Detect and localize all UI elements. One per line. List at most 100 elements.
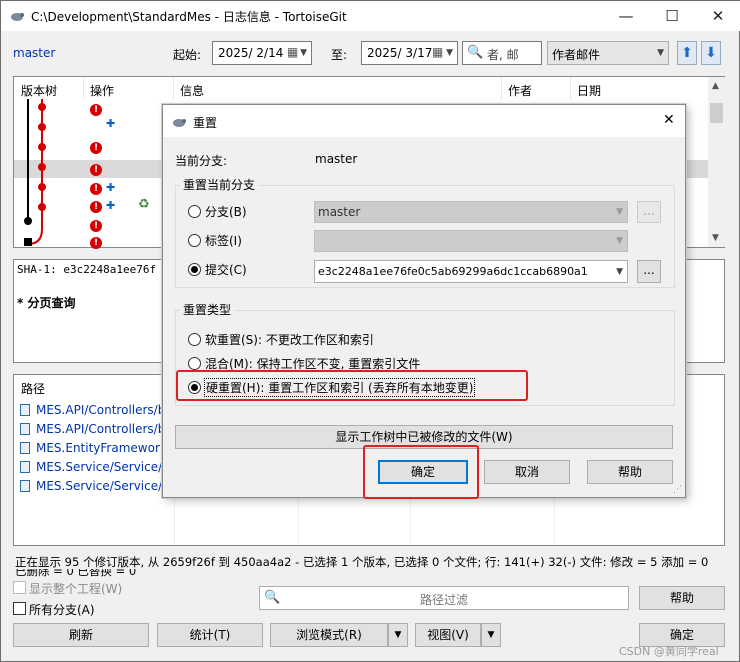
arrow-down-icon: ⬇ xyxy=(705,45,717,61)
show-whole-project-checkbox[interactable] xyxy=(13,581,26,594)
to-date-picker[interactable]: 2025/ 3/17 ▦ ▼ xyxy=(361,41,458,65)
file-path: MES.EntityFrameworkC xyxy=(36,441,176,455)
scrollbar-thumb[interactable] xyxy=(710,103,723,123)
column-header-path[interactable]: 路径 xyxy=(21,380,45,397)
chevron-down-icon: ▼ xyxy=(394,630,402,640)
modified-icon: ! xyxy=(90,183,102,195)
file-icon xyxy=(20,442,30,454)
chevron-down-icon: ▼ xyxy=(487,630,495,640)
calendar-icon: ▦ xyxy=(432,45,444,59)
file-icon xyxy=(20,461,30,473)
commit-select-value: e3c2248a1ee76fe0c5ab69299a6dc1ccab6890a1 xyxy=(318,265,588,278)
move-up-button[interactable]: ⬆ xyxy=(677,41,697,65)
mixed-reset-radio[interactable] xyxy=(188,357,201,370)
close-button[interactable]: ✕ xyxy=(695,1,740,31)
scroll-up-icon[interactable]: ▲ xyxy=(712,81,719,91)
tortoise-icon: ♻ xyxy=(138,197,150,212)
commit-radio-label: 提交(C) xyxy=(205,263,247,277)
chevron-down-icon: ▼ xyxy=(616,266,623,277)
arrow-up-icon: ⬆ xyxy=(681,45,693,61)
commit-select[interactable]: e3c2248a1ee76fe0c5ab69299a6dc1ccab6890a1… xyxy=(314,260,628,283)
file-path: MES.Service/Service/ba xyxy=(36,479,178,493)
dialog-title: 重置 xyxy=(193,116,218,130)
highlight-box xyxy=(363,445,479,499)
modified-icon: ! xyxy=(90,220,102,232)
minimize-button[interactable]: — xyxy=(603,1,649,31)
search-input[interactable]: 🔍 者, 邮 xyxy=(462,41,542,65)
current-branch-value: master xyxy=(315,152,358,166)
to-label: 至: xyxy=(331,48,348,62)
dialog-cancel-button[interactable]: 取消 xyxy=(484,460,570,484)
view-dropdown[interactable]: ▼ xyxy=(481,623,501,647)
chevron-down-icon: ▼ xyxy=(616,236,623,246)
search-placeholder: 者, 邮 xyxy=(487,48,519,62)
soft-reset-radio[interactable] xyxy=(188,333,201,346)
column-header-message[interactable]: 信息 xyxy=(180,82,204,99)
added-icon: ✚ xyxy=(106,199,116,212)
title-bar: C:\Development\StandardMes - 日志信息 - Tort… xyxy=(1,1,740,31)
modified-icon: ! xyxy=(90,201,102,213)
vertical-scrollbar[interactable]: ▲ ▼ xyxy=(708,77,725,247)
column-header-author[interactable]: 作者 xyxy=(508,82,532,99)
tag-select: ▼ xyxy=(314,230,628,252)
chevron-down-icon: ▼ xyxy=(446,48,453,58)
highlight-box xyxy=(176,370,528,401)
branch-radio[interactable] xyxy=(188,205,201,218)
status-line-1: 正在显示 95 个修订版本, 从 2659f26f 到 450aa4a2 - 已… xyxy=(15,555,709,569)
filter-field-value: 作者邮件 xyxy=(552,48,601,62)
file-path: MES.API/Controllers/ba xyxy=(36,422,173,436)
from-label: 起始: xyxy=(173,48,202,62)
modified-icon: ! xyxy=(90,164,102,176)
branch-browse-button: ... xyxy=(637,201,661,223)
all-branches-checkbox[interactable] xyxy=(13,602,26,615)
show-whole-project-label: 显示整个工程(W) xyxy=(29,582,123,596)
commit-browse-button[interactable]: ... xyxy=(637,260,661,283)
browse-mode-dropdown[interactable]: ▼ xyxy=(388,623,408,647)
refresh-button[interactable]: 刷新 xyxy=(13,623,149,647)
main-window: C:\Development\StandardMes - 日志信息 - Tort… xyxy=(0,0,740,662)
filter-field-select[interactable]: 作者邮件 ▼ xyxy=(547,41,669,65)
file-icon xyxy=(20,423,30,435)
move-down-button[interactable]: ⬇ xyxy=(701,41,721,65)
column-header-graph[interactable]: 版本树 xyxy=(21,82,57,99)
modified-icon: ! xyxy=(90,237,102,249)
scroll-down-icon[interactable]: ▼ xyxy=(712,233,719,243)
chevron-down-icon: ▼ xyxy=(300,48,307,58)
tag-radio-label: 标签(I) xyxy=(205,234,242,248)
help-button[interactable]: 帮助 xyxy=(639,586,725,610)
commit-subject: * 分页查询 xyxy=(17,296,76,310)
current-branch-link[interactable]: master xyxy=(13,46,55,60)
maximize-button[interactable]: ☐ xyxy=(649,1,695,31)
search-icon: 🔍 xyxy=(264,590,281,605)
all-branches-label: 所有分支(A) xyxy=(29,603,95,617)
added-icon: ✚ xyxy=(106,117,116,130)
branch-select: master ▼ xyxy=(314,201,628,223)
status-line-2-clip: 已删除 = 0 已替换 = 0 xyxy=(15,569,715,577)
dialog-help-button[interactable]: 帮助 xyxy=(587,460,673,484)
statistics-button[interactable]: 统计(T) xyxy=(157,623,263,647)
tag-radio[interactable] xyxy=(188,234,201,247)
tortoisegit-logo-icon xyxy=(173,119,186,127)
search-icon: 🔍 xyxy=(467,45,484,60)
resize-grip-icon[interactable]: ⋰ xyxy=(673,485,682,495)
commit-radio[interactable] xyxy=(188,263,201,276)
dialog-title-bar: 重置 ✕ xyxy=(163,105,685,137)
chevron-down-icon: ▼ xyxy=(616,207,623,217)
column-header-actions[interactable]: 操作 xyxy=(90,82,114,99)
watermark: CSDN @黄同学real xyxy=(619,645,719,658)
calendar-icon: ▦ xyxy=(287,45,299,59)
to-date-value: 2025/ 3/17 xyxy=(367,46,433,60)
browse-mode-button[interactable]: 浏览模式(R) xyxy=(270,623,388,647)
column-header-date[interactable]: 日期 xyxy=(577,82,601,99)
modified-icon: ! xyxy=(90,104,102,116)
view-button[interactable]: 视图(V) xyxy=(415,623,481,647)
dialog-close-button[interactable]: ✕ xyxy=(663,112,675,128)
status-line-2: 已删除 = 0 已替换 = 0 xyxy=(15,569,137,577)
reset-dialog: 重置 ✕ 当前分支: master 重置当前分支 分支(B) master ▼ … xyxy=(162,104,686,499)
file-icon xyxy=(20,404,30,416)
revision-graph xyxy=(24,99,46,246)
from-date-value: 2025/ 2/14 xyxy=(218,46,284,60)
path-filter-input[interactable]: 🔍 路径过滤 xyxy=(259,586,629,610)
from-date-picker[interactable]: 2025/ 2/14 ▦ ▼ xyxy=(212,41,312,65)
tortoisegit-logo-icon xyxy=(11,13,24,21)
